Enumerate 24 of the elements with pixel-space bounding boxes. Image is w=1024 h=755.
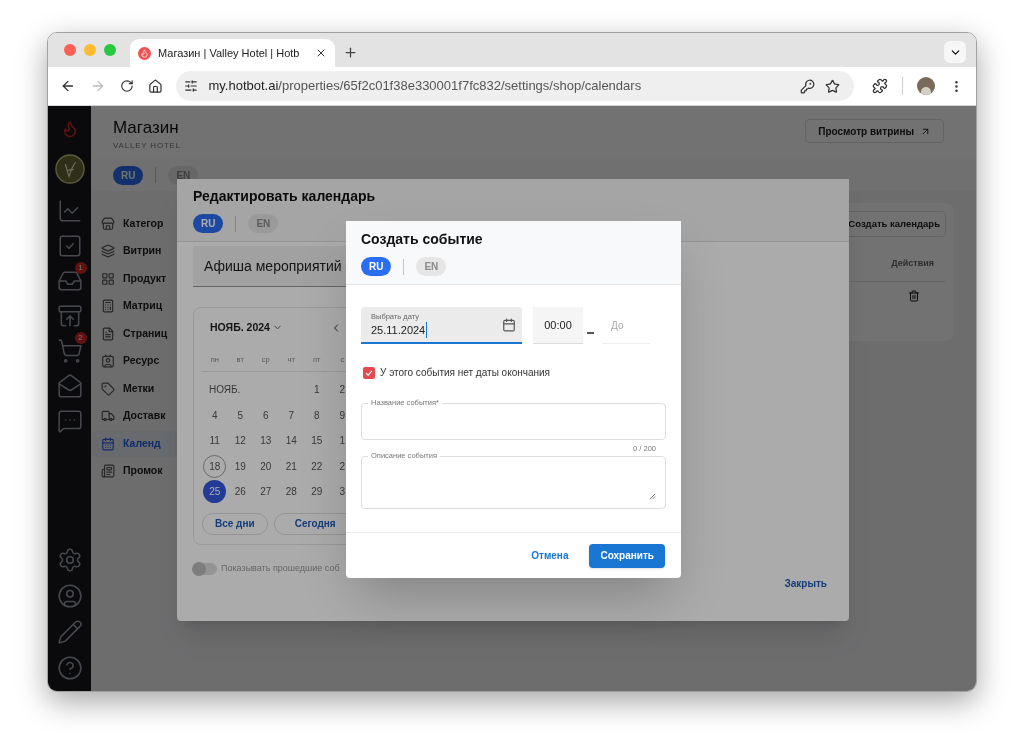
menu-label: Категор	[123, 215, 164, 231]
dialog-title: Создать событие	[361, 230, 484, 249]
menu-label: Ресурс	[123, 353, 160, 369]
checkbox-label: У этого события нет даты окончания	[380, 366, 551, 380]
menu-label: Витрин	[123, 243, 162, 259]
notification-badge: 1	[74, 262, 87, 274]
menu-label: Продукт	[123, 270, 167, 286]
url-host: my.hotbot.ai	[208, 77, 279, 96]
field-value: Афиша мероприятий	[204, 256, 342, 276]
menu-label: Промок	[123, 463, 163, 479]
url-path: /properties/65f2c01f38e330001f7fc832/settings/shop/calendars	[278, 77, 642, 96]
column-header: Действия	[891, 257, 934, 270]
month-label: НОЯБ.	[209, 383, 241, 398]
page-title: Магазин	[113, 117, 180, 139]
menu-label: Страниц	[123, 325, 168, 341]
toggle-label: Показывать прошедшие соб	[221, 562, 340, 575]
menu-label: Доставк	[123, 408, 166, 424]
menu-label: Матриц	[123, 298, 163, 314]
field-value: 25.11.2024	[371, 321, 428, 339]
menu-label: Метки	[123, 380, 155, 396]
dialog-title: Редактировать календарь	[193, 187, 377, 206]
tab-title: Магазин | Valley Hotel | Hotb	[158, 45, 301, 61]
menu-label: Календ	[123, 435, 161, 451]
notification-badge: 2	[74, 332, 87, 344]
